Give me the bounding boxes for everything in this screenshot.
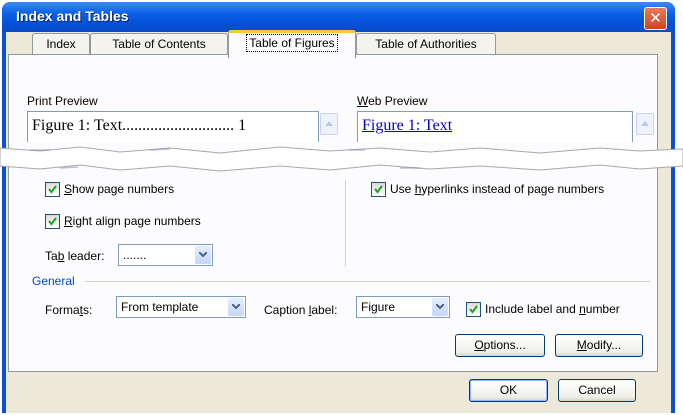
checkmark-icon bbox=[374, 185, 383, 194]
title-bar[interactable]: Index and Tables ✕ bbox=[2, 2, 675, 32]
options-button-label: Options... bbox=[474, 338, 526, 352]
dialog-title: Index and Tables bbox=[16, 8, 129, 24]
torn-edge-divider bbox=[0, 146, 683, 172]
general-section-rule bbox=[85, 281, 650, 282]
modify-button[interactable]: Modify... bbox=[555, 334, 643, 357]
web-preview-box: Figure 1: Text bbox=[357, 111, 633, 142]
right-align-label: Right align page numbers bbox=[64, 214, 201, 228]
chevron-down-icon bbox=[436, 304, 444, 310]
tab-leader-label: Tab leader: bbox=[45, 249, 105, 263]
ok-button-label: OK bbox=[499, 383, 518, 397]
formats-label: Formats: bbox=[45, 303, 93, 317]
modify-button-label: Modify... bbox=[576, 338, 622, 352]
tab-leader-select[interactable]: ....... bbox=[118, 244, 213, 266]
cancel-button[interactable]: Cancel bbox=[558, 379, 636, 402]
tab-table-of-figures[interactable]: Table of Figures bbox=[228, 30, 356, 58]
formats-dropdown[interactable] bbox=[228, 298, 244, 316]
caption-label-dropdown[interactable] bbox=[432, 298, 448, 316]
show-page-numbers-checkbox[interactable] bbox=[45, 182, 60, 197]
tab-table-of-contents[interactable]: Table of Contents bbox=[90, 33, 228, 55]
tab-toa-label: Table of Authorities bbox=[375, 37, 477, 51]
chevron-down-icon bbox=[232, 304, 240, 310]
tab-index[interactable]: Index bbox=[32, 33, 90, 55]
tab-leader-dropdown[interactable] bbox=[195, 246, 211, 264]
tab-panel bbox=[8, 54, 658, 372]
caption-label-select[interactable]: Figure bbox=[356, 296, 450, 318]
checkmark-icon bbox=[48, 185, 57, 194]
caption-label-value: Figure bbox=[361, 300, 396, 314]
tab-index-label: Index bbox=[46, 37, 76, 51]
close-icon: ✕ bbox=[649, 9, 662, 27]
print-preview-box: Figure 1: Text..........................… bbox=[27, 111, 319, 142]
web-preview-link[interactable]: Figure 1: Text bbox=[362, 117, 452, 135]
chevron-down-icon bbox=[199, 252, 207, 258]
tab-table-of-authorities[interactable]: Table of Authorities bbox=[356, 33, 496, 55]
show-page-numbers-label: Show page numbers bbox=[64, 182, 175, 196]
checkmark-icon bbox=[48, 217, 57, 226]
tab-tof-label: Table of Figures bbox=[246, 34, 338, 52]
caption-label-label: Caption label: bbox=[264, 303, 338, 317]
cancel-button-label: Cancel bbox=[578, 383, 616, 397]
use-hyperlinks-checkbox[interactable] bbox=[371, 182, 386, 197]
web-preview-scroll-up[interactable] bbox=[636, 113, 654, 135]
panel-divider bbox=[345, 180, 346, 266]
include-label-text: Include label and number bbox=[485, 302, 620, 316]
checkmark-icon bbox=[469, 305, 478, 314]
tab-leader-value: ....... bbox=[123, 248, 147, 262]
general-section-label: General bbox=[32, 274, 75, 288]
options-button[interactable]: Options... bbox=[455, 334, 545, 357]
right-align-checkbox[interactable] bbox=[45, 214, 60, 229]
print-preview-line: Figure 1: Text..........................… bbox=[32, 117, 247, 134]
web-preview-label: Web Preview bbox=[357, 94, 428, 108]
ok-button[interactable]: OK bbox=[469, 379, 548, 402]
close-button[interactable]: ✕ bbox=[644, 7, 667, 30]
tab-toc-label: Table of Contents bbox=[112, 37, 206, 51]
use-hyperlinks-label: Use hyperlinks instead of page numbers bbox=[390, 182, 605, 196]
formats-value: From template bbox=[121, 300, 199, 314]
print-preview-scroll-up[interactable] bbox=[320, 113, 338, 135]
print-preview-label: Print Preview bbox=[27, 94, 98, 108]
include-label-checkbox[interactable] bbox=[466, 302, 481, 317]
formats-select[interactable]: From template bbox=[116, 296, 246, 318]
